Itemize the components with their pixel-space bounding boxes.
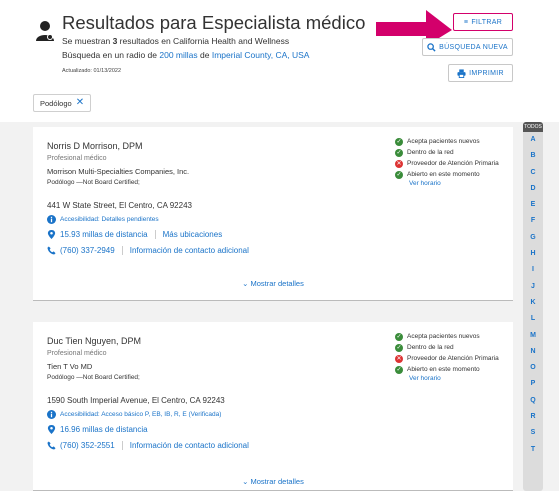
check-icon: ✓ [395,149,403,157]
alphabet-letter[interactable]: C [523,165,543,181]
status-open-now: ✓ Abierto en este momento [395,366,480,374]
x-icon: ✕ [395,355,403,363]
distance-row: 16.96 millas de distancia [47,425,148,434]
check-icon: ✓ [395,344,403,352]
location-pin-icon [47,425,56,434]
alphabet-all[interactable]: TODOS [523,122,543,132]
provider-role: Profesional médico [47,155,107,162]
alphabet-letter[interactable]: K [523,295,543,311]
provider-org: Tien T Vo MD [47,362,93,371]
accessibility-row[interactable]: Accesibilidad: Acceso básico P, EB, IB, … [47,410,221,419]
provider-specialty: Podólogo —Not Board Certified; [47,374,140,381]
provider-address: 441 W State Street, El Centro, CA 92243 [47,201,192,210]
alphabet-letter[interactable]: D [523,181,543,197]
alphabet-letter[interactable]: H [523,246,543,262]
alphabet-letter[interactable]: G [523,230,543,246]
phone-row: (760) 352-2551 Información de contacto a… [47,441,249,450]
provider-status-list: ✓ Acepta pacientes nuevos ✓ Dentro de la r… [395,137,510,187]
status-new-patients: ✓ Acepta pacientes nuevos [395,333,480,341]
show-details-button[interactable]: ⌄ Mostrar detalles [33,279,513,288]
distance-link[interactable]: 15.93 millas de distancia [60,230,148,239]
location-link[interactable]: Imperial County, CA, USA [212,50,310,60]
alphabet-letter[interactable]: T [523,442,543,458]
search-icon [427,42,436,52]
alphabet-letter[interactable]: P [523,376,543,392]
alphabet-letter[interactable]: J [523,279,543,295]
location-pin-icon [47,230,56,239]
status-in-network: ✓ Dentro de la red [395,149,454,157]
info-icon [47,215,56,224]
person-icon [36,21,54,41]
alphabet-letter[interactable]: S [523,425,543,441]
check-icon: ✓ [395,138,403,146]
provider-card: Duc Tien Nguyen, DPM Profesional médico … [33,322,513,491]
x-icon: ✕ [395,160,403,168]
alphabet-letter[interactable]: A [523,132,543,148]
status-in-network: ✓ Dentro de la red [395,344,454,352]
phone-link[interactable]: (760) 352-2551 [60,441,115,450]
alphabet-letter[interactable]: M [523,328,543,344]
new-search-button[interactable]: BÚSQUEDA NUEVA [422,38,513,56]
provider-status-list: ✓ Acepta pacientes nuevos ✓ Dentro de la r… [395,332,510,382]
check-icon: ✓ [395,366,403,374]
phone-icon [47,246,56,255]
provider-card: Norris D Morrison, DPM Profesional médic… [33,127,513,301]
alphabet-letter[interactable]: R [523,409,543,425]
check-icon: ✓ [395,171,403,179]
provider-specialty: Podólogo —Not Board Certified; [47,179,140,186]
distance-row: 15.93 millas de distancia Más ubicacione… [47,230,222,239]
divider [154,230,156,239]
status-primary-care: ✕ Proveedor de Atención Primaria [395,160,499,168]
close-icon[interactable]: ✕ [76,98,84,108]
search-radius: Búsqueda en un radio de 200 millas de Im… [62,50,310,60]
filter-button[interactable]: ≡ FILTRAR [453,13,513,31]
alphabet-nav: TODOS A B C D E F G H I J K L M N O P Q … [523,122,543,491]
contact-info-link[interactable]: Información de contacto adicional [130,246,249,255]
show-details-button[interactable]: ⌄ Mostrar detalles [33,477,513,486]
filter-icon: ≡ [463,18,469,26]
accessibility-row[interactable]: Accesibilidad: Detalles pendientes [47,215,159,224]
chevron-down-icon: ⌄ [242,279,251,288]
status-new-patients: ✓ Acepta pacientes nuevos [395,138,480,146]
divider [121,246,123,255]
status-open-now: ✓ Abierto en este momento [395,171,480,179]
provider-name[interactable]: Duc Tien Nguyen, DPM [47,336,141,346]
alphabet-letter[interactable]: N [523,344,543,360]
page-title: Resultados para Especialista médico [62,12,366,33]
chevron-down-icon: ⌄ [242,477,251,486]
alphabet-letter[interactable]: I [523,262,543,278]
divider [121,441,123,450]
alphabet-letter[interactable]: F [523,213,543,229]
provider-org: Morrison Multi-Specialties Companies, In… [47,167,190,176]
distance-link[interactable]: 16.96 millas de distancia [60,425,148,434]
alphabet-letter[interactable]: B [523,148,543,164]
alphabet-letter[interactable]: Q [523,393,543,409]
provider-address: 1590 South Imperial Avenue, El Centro, C… [47,396,225,405]
updated-date: Actualizado: 01/13/2022 [62,68,122,74]
check-icon: ✓ [395,333,403,341]
hours-link[interactable]: Ver horario [409,375,510,382]
alphabet-letter[interactable]: E [523,197,543,213]
results-summary: Se muestran 3 resultados en California H… [62,36,290,46]
phone-link[interactable]: (760) 337-2949 [60,246,115,255]
more-locations-link[interactable]: Más ubicaciones [163,230,223,239]
printer-icon [457,68,466,78]
hours-link[interactable]: Ver horario [409,180,510,187]
results-header: Resultados para Especialista médico Se m… [0,0,559,122]
print-button[interactable]: IMPRIMIR [448,64,513,82]
info-icon [47,410,56,419]
provider-name[interactable]: Norris D Morrison, DPM [47,141,143,151]
phone-row: (760) 337-2949 Información de contacto a… [47,246,249,255]
phone-icon [47,441,56,450]
filter-chip-podologo[interactable]: Podólogo ✕ [33,94,92,112]
alphabet-letter[interactable]: L [523,311,543,327]
radius-link[interactable]: 200 millas [159,50,197,60]
provider-role: Profesional médico [47,350,107,357]
contact-info-link[interactable]: Información de contacto adicional [130,441,249,450]
alphabet-letter[interactable]: O [523,360,543,376]
status-primary-care: ✕ Proveedor de Atención Primaria [395,355,499,363]
